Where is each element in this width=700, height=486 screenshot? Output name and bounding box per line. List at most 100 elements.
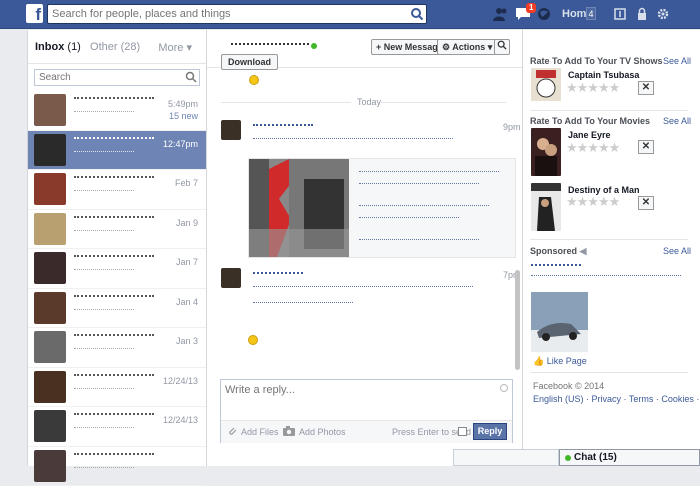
movie-title[interactable]: Jane Eyre bbox=[568, 130, 611, 140]
message-avatar[interactable] bbox=[221, 268, 241, 288]
tab-other[interactable]: Other (28) bbox=[90, 41, 140, 53]
inbox-tabs: Inbox (1) Other (28) More ▾ bbox=[28, 30, 206, 64]
avatar bbox=[34, 134, 66, 166]
tv-show-title[interactable]: Captain Tsubasa bbox=[568, 70, 639, 80]
message-sender[interactable] bbox=[253, 124, 313, 126]
thread-sender bbox=[74, 216, 154, 219]
thread-snippet bbox=[74, 230, 134, 232]
search-icon[interactable] bbox=[185, 71, 197, 83]
message-avatar[interactable] bbox=[221, 120, 241, 140]
shared-link-attachment[interactable] bbox=[248, 158, 516, 258]
message-time: 9pm bbox=[503, 122, 521, 132]
online-status-dot bbox=[565, 455, 571, 461]
friend-requests-icon[interactable] bbox=[493, 7, 509, 21]
inbox-panel: Inbox (1) Other (28) More ▾ 5:49pm15 new… bbox=[27, 30, 207, 466]
thread-sender bbox=[74, 453, 154, 456]
ad-image[interactable] bbox=[531, 292, 588, 352]
messages-badge: 1 bbox=[526, 3, 536, 13]
more-dropdown[interactable]: More ▾ bbox=[158, 41, 192, 54]
thread-row[interactable]: Jan 3 bbox=[28, 328, 206, 368]
rating-stars[interactable]: ★★★★★ bbox=[566, 194, 619, 210]
tv-shows-heading: Rate To Add To Your TV Shows bbox=[530, 56, 663, 66]
add-files-button[interactable]: Add Files bbox=[241, 427, 279, 437]
chat-button[interactable]: Chat (15) bbox=[559, 449, 700, 466]
attachment-text bbox=[359, 217, 459, 218]
divider bbox=[530, 110, 688, 111]
destiny-of-a-man-poster[interactable] bbox=[531, 183, 561, 231]
thread-row[interactable]: 12:47pm bbox=[28, 131, 206, 171]
notifications-globe-icon[interactable] bbox=[536, 7, 552, 21]
tv-see-all-link[interactable]: See All bbox=[663, 56, 691, 66]
divider bbox=[530, 239, 688, 240]
thread-snippet bbox=[74, 190, 134, 192]
dismiss-button[interactable]: ✕ bbox=[638, 196, 654, 210]
like-page-button[interactable]: 👍 Like Page bbox=[533, 356, 587, 367]
thread-row[interactable]: 12/24/13 bbox=[28, 407, 206, 447]
thread-row[interactable]: 12/24/13 bbox=[28, 368, 206, 408]
thread-time: 12/24/13 bbox=[163, 376, 198, 386]
avatar bbox=[34, 94, 66, 126]
attachment-text bbox=[359, 239, 479, 240]
message-sender[interactable] bbox=[253, 272, 303, 274]
camera-icon bbox=[283, 426, 295, 436]
jane-eyre-poster[interactable] bbox=[531, 128, 561, 176]
chat-tab-minimized[interactable] bbox=[453, 449, 559, 466]
thread-time: Jan 7 bbox=[176, 257, 198, 267]
thread-snippet bbox=[74, 269, 134, 271]
global-search bbox=[47, 4, 427, 24]
movies-see-all-link[interactable]: See All bbox=[663, 116, 691, 126]
online-status-dot bbox=[311, 43, 317, 49]
thread-time: Jan 3 bbox=[176, 336, 198, 346]
avatar bbox=[34, 173, 66, 205]
press-enter-checkbox[interactable] bbox=[458, 427, 467, 436]
sponsored-see-all-link[interactable]: See All bbox=[663, 246, 691, 256]
avatar bbox=[34, 213, 66, 245]
privacy-shortcuts-icon[interactable] bbox=[612, 7, 628, 21]
thread-row[interactable]: 5:49pm15 new bbox=[28, 91, 206, 131]
thread-sender bbox=[74, 255, 154, 258]
conversation-header: + New Message ⚙ Actions ▾ Download bbox=[207, 30, 522, 68]
emoji-icon[interactable] bbox=[500, 384, 508, 392]
thread-row[interactable]: Jan 9 bbox=[28, 210, 206, 250]
conversation-name[interactable] bbox=[231, 43, 309, 45]
gear-icon[interactable] bbox=[655, 7, 671, 21]
ad-title[interactable] bbox=[531, 264, 581, 266]
reply-composer: Add Files Add Photos Press Enter to send… bbox=[220, 379, 513, 443]
rating-stars[interactable]: ★★★★★ bbox=[566, 80, 619, 96]
thread-snippet bbox=[74, 309, 134, 311]
paperclip-icon bbox=[227, 426, 238, 437]
dismiss-button[interactable]: ✕ bbox=[638, 140, 654, 154]
search-icon bbox=[497, 40, 507, 50]
thumbs-up-icon: 👍 bbox=[533, 356, 544, 366]
thread-snippet bbox=[74, 467, 134, 469]
reply-input[interactable] bbox=[221, 380, 491, 412]
actions-dropdown[interactable]: ⚙ Actions ▾ bbox=[437, 39, 497, 55]
thread-row[interactable] bbox=[28, 447, 206, 486]
search-icon[interactable] bbox=[410, 7, 424, 21]
thread-sender bbox=[74, 295, 154, 298]
divider bbox=[530, 372, 688, 373]
footer-links[interactable]: English (US) · Privacy · Terms · Cookies… bbox=[533, 394, 700, 405]
lock-icon[interactable] bbox=[634, 7, 650, 21]
download-button[interactable]: Download bbox=[221, 54, 278, 70]
conversation-search-button[interactable] bbox=[494, 39, 510, 55]
conversation-scrollbar[interactable] bbox=[515, 270, 520, 370]
thread-row[interactable]: Feb 7 bbox=[28, 170, 206, 210]
dismiss-button[interactable]: ✕ bbox=[638, 81, 654, 95]
thread-sender bbox=[74, 137, 154, 140]
thread-time: 12:47pm bbox=[163, 139, 198, 149]
avatar bbox=[34, 252, 66, 284]
global-search-input[interactable] bbox=[48, 5, 398, 23]
tab-inbox[interactable]: Inbox (1) bbox=[35, 41, 81, 53]
rating-stars[interactable]: ★★★★★ bbox=[566, 140, 619, 156]
date-separator-label: Today bbox=[357, 97, 381, 107]
thread-row[interactable]: Jan 7 bbox=[28, 249, 206, 289]
avatar bbox=[34, 331, 66, 363]
thread-search-input[interactable] bbox=[35, 70, 185, 85]
reply-button[interactable]: Reply bbox=[473, 423, 507, 440]
captain-tsubasa-poster[interactable] bbox=[531, 68, 561, 101]
facebook-logo[interactable]: f bbox=[26, 4, 43, 23]
movies-heading: Rate To Add To Your Movies bbox=[530, 116, 650, 126]
add-photos-button[interactable]: Add Photos bbox=[299, 427, 346, 437]
thread-row[interactable]: Jan 4 bbox=[28, 289, 206, 329]
